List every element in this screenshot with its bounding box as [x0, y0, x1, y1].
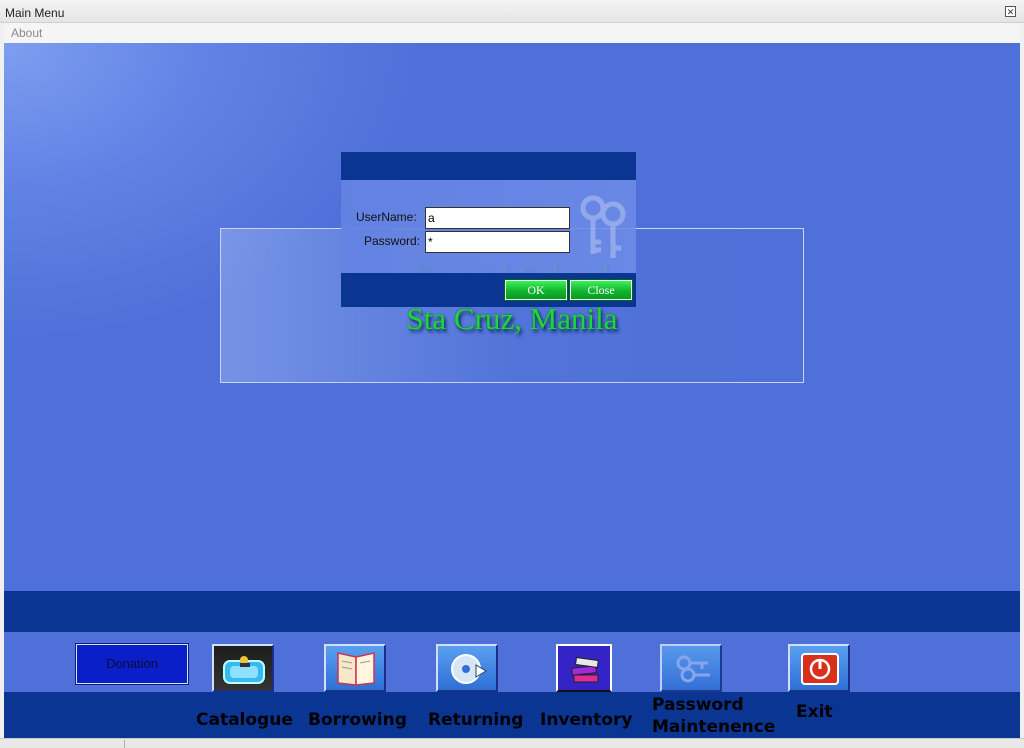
close-button[interactable]: Close: [569, 279, 633, 301]
nav-band: [4, 591, 1020, 632]
pool-icon: [223, 656, 265, 684]
returning-button[interactable]: [436, 644, 498, 692]
catalogue-button[interactable]: [212, 644, 274, 692]
exit-label: Exit: [796, 702, 833, 722]
catalogue-label: Catalogue: [196, 710, 293, 730]
returning-label: Returning: [428, 710, 524, 730]
borrowing-label: Borrowing: [308, 710, 407, 730]
power-icon: [801, 653, 839, 685]
window-close-button[interactable]: ✕: [1005, 6, 1016, 17]
password-input[interactable]: [425, 231, 570, 253]
donation-button[interactable]: Donation: [75, 643, 189, 685]
username-input[interactable]: [425, 207, 570, 229]
inventory-label: Inventory: [540, 710, 633, 730]
books-stack-icon: [571, 656, 599, 683]
window-title: Main Menu: [5, 6, 65, 20]
password-maintenance-button[interactable]: [660, 644, 722, 692]
inventory-button[interactable]: [556, 644, 612, 692]
cd-return-icon: [451, 654, 487, 684]
keys-icon: [580, 195, 626, 258]
login-header: [341, 152, 636, 180]
keys-icon: [676, 655, 710, 683]
main-desktop: Espiri l School Sta Cruz, Manila UserNam…: [4, 43, 1020, 591]
login-dialog: UserName: Password: OK Close: [341, 152, 636, 307]
password-maintenance-label: Password Maintenence: [652, 695, 776, 737]
title-bar: Main Menu ✕: [0, 0, 1024, 23]
status-panel: [4, 740, 125, 748]
menu-item-about[interactable]: About: [11, 26, 42, 40]
menu-bar: About: [4, 23, 1020, 43]
status-bar: [0, 738, 1024, 748]
ok-button[interactable]: OK: [504, 279, 568, 301]
open-book-icon: [337, 652, 375, 686]
password-label: Password:: [364, 234, 421, 248]
exit-button[interactable]: [788, 644, 850, 692]
borrowing-button[interactable]: [324, 644, 386, 692]
username-label: UserName:: [356, 210, 417, 224]
